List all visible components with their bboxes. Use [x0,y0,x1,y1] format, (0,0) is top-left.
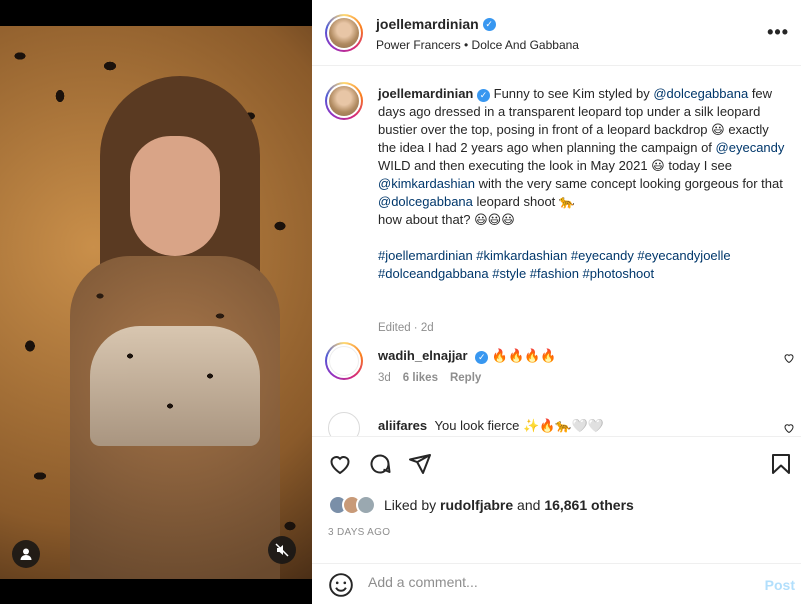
tagged-users-button[interactable] [12,540,40,568]
comments-section[interactable]: joellemardinian ✓ Funny to see Kim style… [312,66,801,436]
mention-link[interactable]: @eyecandy [716,140,785,155]
like-comment-heart-icon[interactable] [783,352,795,364]
post-location[interactable]: Power Francers • Dolce And Gabbana [376,38,579,52]
commenter-avatar[interactable] [325,342,363,380]
likes-count[interactable]: 16,861 others [544,497,634,513]
comment-reply-button[interactable]: Reply [450,372,481,384]
likes-summary: Liked by rudolfjabre and 16,861 others [328,495,634,515]
commenter-username[interactable]: wadih_elnajjar [378,348,468,363]
commenter-avatar[interactable] [328,412,360,436]
verified-badge-icon: ✓ [475,351,489,364]
comment-input[interactable] [368,574,748,590]
comment-time[interactable]: 3d [378,372,391,384]
more-options-button[interactable]: ••• [767,22,789,43]
add-comment-bar: Post [312,563,801,604]
save-bookmark-button[interactable] [769,452,793,479]
caption-author-avatar[interactable] [325,82,363,120]
liker-avatars[interactable] [328,495,376,515]
mention-link[interactable]: @dolcegabbana [378,194,473,209]
bookmark-icon [772,454,790,474]
mention-link[interactable]: @dolcegabbana [653,86,748,101]
post-header: joellemardinian ✓ Power Francers • Dolce… [312,0,801,66]
author-avatar[interactable] [325,14,363,52]
mention-link[interactable]: @kimkardashian [378,176,475,191]
caption-edited-time: Edited · 2d [378,322,434,334]
post-date[interactable]: 3 DAYS AGO [328,527,390,538]
post-media[interactable] [0,0,312,604]
caption-hashtags[interactable]: #joellemardinian #kimkardashian #eyecand… [378,247,788,283]
mute-toggle-button[interactable] [268,536,296,564]
post-comment-button[interactable]: Post [765,577,795,593]
person-figure [60,66,280,579]
audio-muted-icon [275,543,289,557]
like-comment-heart-icon[interactable] [783,422,795,434]
caption-username[interactable]: joellemardinian [378,86,473,101]
comment-text: aliifares You look fierce ✨🔥🐆🤍🤍 [378,418,604,433]
post-details-panel: joellemardinian ✓ Power Francers • Dolce… [312,0,801,604]
commenter-username[interactable]: aliifares [378,418,427,433]
comment-bubble-icon[interactable] [368,452,392,476]
emoji-smiley-icon[interactable] [328,572,354,598]
like-heart-icon[interactable] [328,452,352,476]
post-video[interactable] [0,26,312,579]
verified-badge-icon: ✓ [477,88,490,102]
comment-text: wadih_elnajjar ✓ 🔥🔥🔥🔥 [378,348,557,364]
user-icon [20,548,32,560]
liker-username[interactable]: rudolfjabre [440,497,513,513]
verified-badge-icon: ✓ [482,17,496,31]
comment-likes[interactable]: 6 likes [403,372,438,384]
share-paper-plane-icon[interactable] [408,452,432,476]
author-username[interactable]: joellemardinian ✓ [376,16,496,32]
post-actions: Liked by rudolfjabre and 16,861 others 3… [312,436,801,604]
comment-meta: 3d 6 likes Reply [378,372,481,384]
caption-text: joellemardinian ✓ Funny to see Kim style… [378,85,788,283]
